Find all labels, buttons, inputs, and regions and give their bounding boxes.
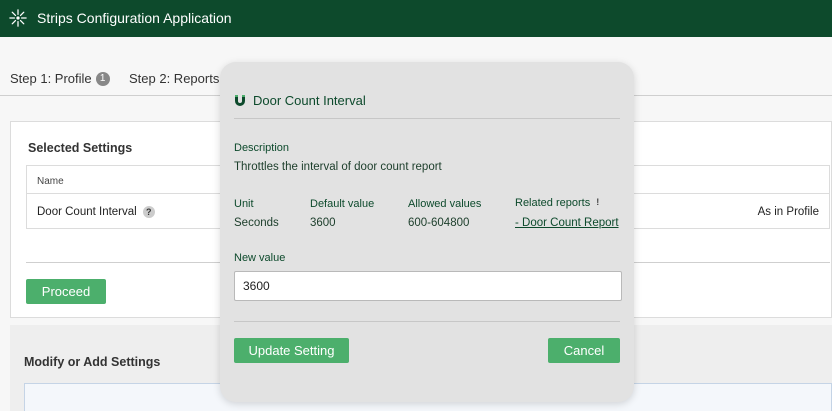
- allowed-values: 600-604800: [408, 217, 470, 229]
- description-text: Throttles the interval of door count rep…: [234, 161, 442, 173]
- warning-icon: !: [596, 197, 600, 207]
- app-logo-icon: [9, 9, 27, 27]
- related-reports-label-text: Related reports: [515, 197, 591, 209]
- unit-value: Seconds: [234, 217, 279, 229]
- tab-step-reports-label: Step 2: Reports: [129, 71, 220, 86]
- help-icon[interactable]: ?: [142, 206, 155, 218]
- setting-name: Door Count Interval ?: [37, 206, 155, 218]
- dialog-divider-top: [234, 118, 620, 119]
- tab-step-profile-label: Step 1: Profile: [10, 71, 92, 86]
- related-report-link[interactable]: - Door Count Report: [515, 217, 619, 229]
- dialog-divider-bottom: [234, 321, 620, 322]
- cancel-button[interactable]: Cancel: [548, 338, 620, 363]
- default-value-label: Default value: [310, 198, 375, 210]
- setting-status: As in Profile: [757, 206, 819, 218]
- default-value: 3600: [310, 217, 336, 229]
- dialog-header: Door Count Interval: [234, 93, 366, 108]
- column-header-name: Name: [37, 176, 64, 187]
- app-title: Strips Configuration Application: [37, 10, 232, 26]
- setting-dialog: Door Count Interval Description Throttle…: [220, 62, 634, 402]
- selected-settings-heading: Selected Settings: [28, 141, 133, 155]
- tab-step-profile[interactable]: Step 1: Profile 1: [10, 71, 110, 86]
- modify-settings-heading: Modify or Add Settings: [24, 355, 161, 369]
- proceed-button[interactable]: Proceed: [26, 279, 106, 304]
- dialog-title: Door Count Interval: [253, 93, 366, 108]
- new-value-input[interactable]: [234, 271, 622, 301]
- unit-label: Unit: [234, 198, 254, 210]
- allowed-values-label: Allowed values: [408, 198, 482, 210]
- related-reports-label: Related reports!: [515, 197, 599, 209]
- new-value-label: New value: [234, 252, 286, 264]
- setting-name-label: Door Count Interval: [37, 206, 137, 218]
- description-label: Description: [234, 142, 290, 154]
- tab-step-profile-badge: 1: [95, 71, 110, 86]
- magnet-icon: [235, 94, 245, 106]
- app-header: Strips Configuration Application: [0, 0, 832, 37]
- update-setting-button[interactable]: Update Setting: [234, 338, 349, 363]
